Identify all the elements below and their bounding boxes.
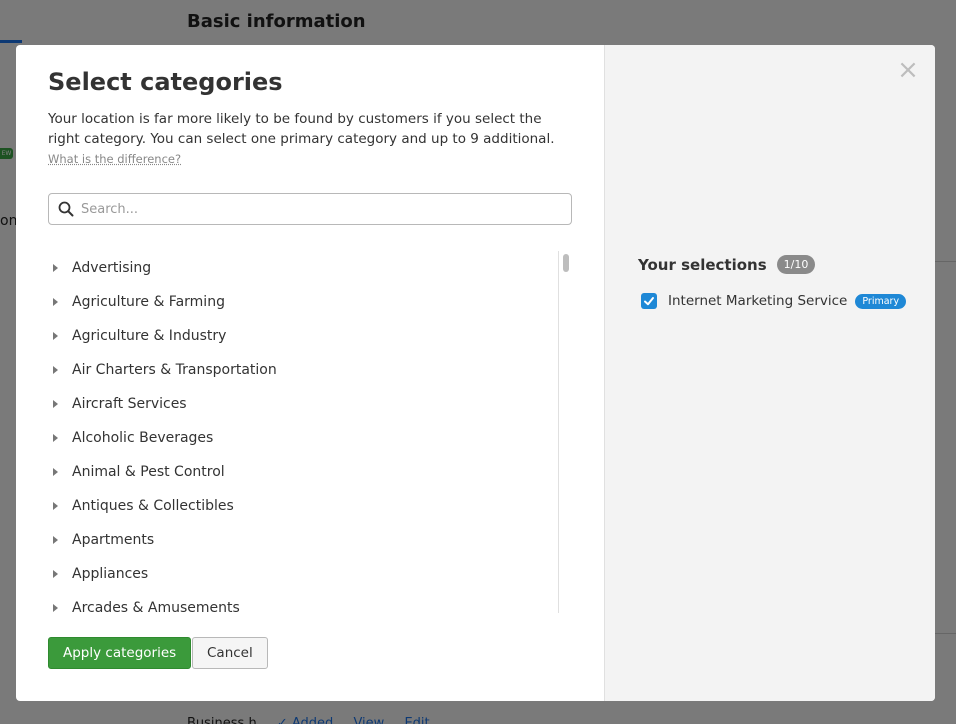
category-label: Antiques & Collectibles	[72, 498, 234, 514]
cancel-button[interactable]: Cancel	[192, 637, 268, 669]
category-label: Appliances	[72, 566, 149, 582]
close-icon[interactable]: ×	[897, 57, 919, 83]
expand-caret-icon[interactable]	[48, 502, 72, 510]
category-item[interactable]: Agriculture & Farming	[48, 285, 572, 319]
categories-panel: Select categories Your location is far m…	[16, 45, 604, 701]
what-is-the-difference-link[interactable]: What is the difference?	[48, 152, 181, 166]
primary-badge: Primary	[855, 293, 907, 309]
category-label: Agriculture & Farming	[72, 294, 225, 310]
category-label: Apartments	[72, 532, 155, 548]
selections-panel: × Your selections 1/10 Internet Marketin…	[604, 45, 935, 701]
selection-count-badge: 1/10	[776, 255, 816, 274]
expand-caret-icon[interactable]	[48, 264, 72, 272]
category-item[interactable]: Apartments	[48, 523, 572, 557]
checkmark-icon	[644, 297, 654, 306]
category-item[interactable]: Appliances	[48, 557, 572, 591]
select-categories-modal: Select categories Your location is far m…	[16, 45, 935, 701]
modal-description: Your location is far more likely to be f…	[48, 111, 555, 147]
category-item[interactable]: Agriculture & Industry	[48, 319, 572, 353]
selections-header: Your selections 1/10	[638, 255, 816, 274]
expand-caret-icon[interactable]	[48, 366, 72, 374]
expand-caret-icon[interactable]	[48, 332, 72, 340]
category-list: Advertising Agriculture & Farming Agricult…	[48, 251, 572, 613]
modal-title: Select categories	[48, 68, 283, 96]
selected-category-label: Internet Marketing Service	[668, 293, 848, 309]
category-item[interactable]: Antiques & Collectibles	[48, 489, 572, 523]
category-item[interactable]: Alcoholic Beverages	[48, 421, 572, 455]
category-item[interactable]: Arcades & Amusements	[48, 591, 572, 613]
expand-caret-icon[interactable]	[48, 570, 72, 578]
selected-category-item[interactable]: Internet Marketing Service Primary	[641, 293, 907, 309]
selections-title: Your selections	[638, 255, 767, 274]
expand-caret-icon[interactable]	[48, 434, 72, 442]
expand-caret-icon[interactable]	[48, 400, 72, 408]
expand-caret-icon[interactable]	[48, 298, 72, 306]
apply-categories-button[interactable]: Apply categories	[48, 637, 192, 669]
category-search-input[interactable]	[81, 201, 571, 217]
selection-checkbox[interactable]	[641, 293, 657, 309]
category-item[interactable]: Animal & Pest Control	[48, 455, 572, 489]
search-icon	[51, 201, 81, 217]
category-label: Agriculture & Industry	[72, 328, 227, 344]
category-label: Alcoholic Beverages	[72, 430, 214, 446]
category-label: Air Charters & Transportation	[72, 362, 277, 378]
category-search-box[interactable]	[48, 193, 572, 225]
category-list-scrollbar[interactable]	[558, 251, 572, 613]
category-item[interactable]: Advertising	[48, 251, 572, 285]
category-label: Arcades & Amusements	[72, 600, 240, 613]
expand-caret-icon[interactable]	[48, 536, 72, 544]
category-label: Aircraft Services	[72, 396, 187, 412]
category-list-container: Advertising Agriculture & Farming Agricult…	[48, 251, 572, 613]
category-item[interactable]: Aircraft Services	[48, 387, 572, 421]
expand-caret-icon[interactable]	[48, 468, 72, 476]
category-label: Advertising	[72, 260, 152, 276]
category-item[interactable]: Air Charters & Transportation	[48, 353, 572, 387]
category-label: Animal & Pest Control	[72, 464, 225, 480]
expand-caret-icon[interactable]	[48, 604, 72, 612]
scrollbar-thumb[interactable]	[563, 254, 569, 272]
